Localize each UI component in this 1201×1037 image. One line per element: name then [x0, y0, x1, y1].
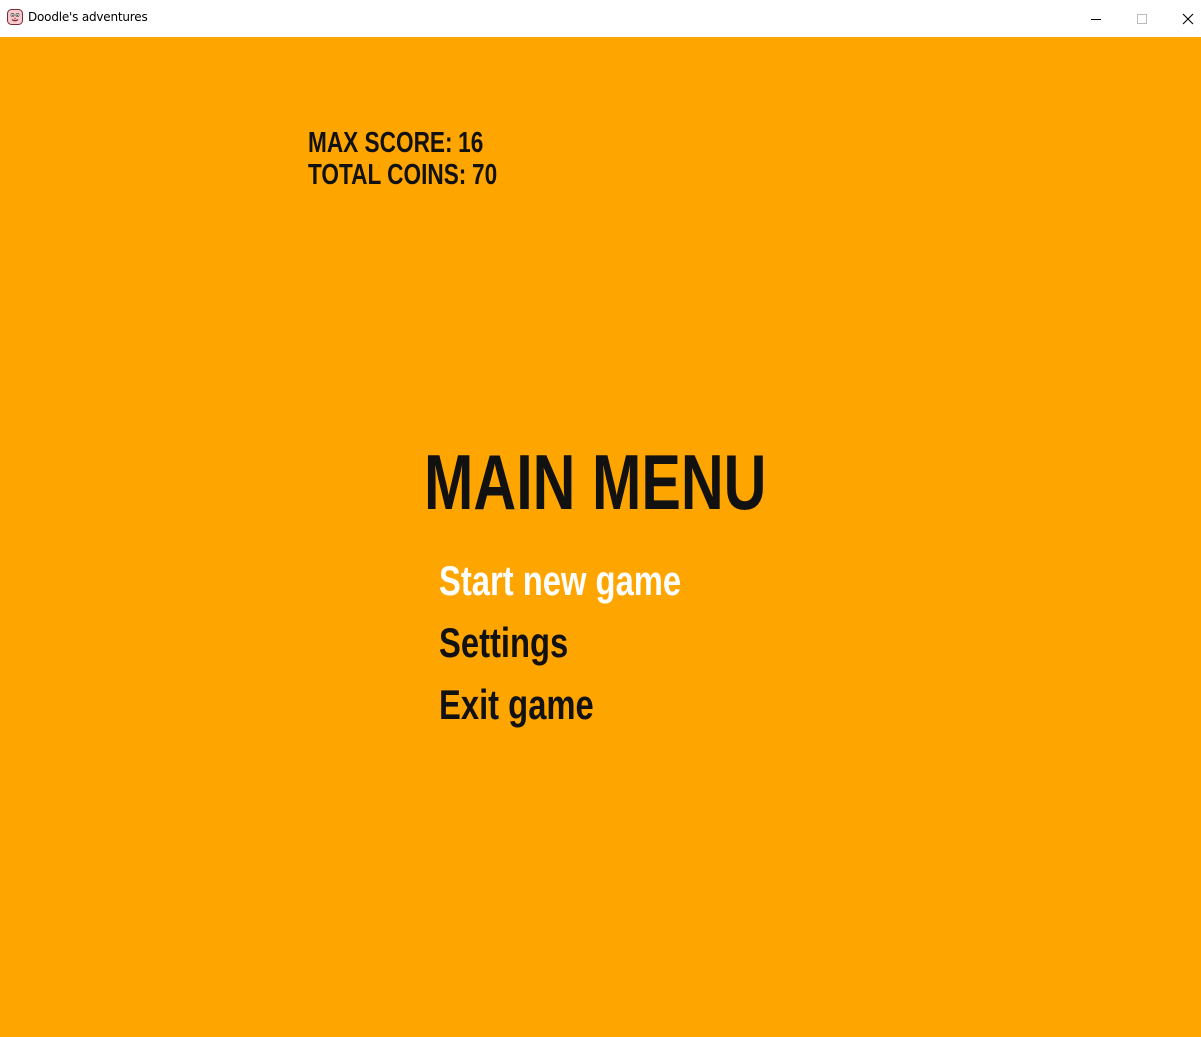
settings-option[interactable]: Settings [439, 619, 568, 667]
maximize-icon [1137, 13, 1147, 24]
max-score-value: 16 [458, 127, 484, 159]
total-coins-label: TOTAL COINS: [308, 159, 467, 191]
game-window: Doodle's adventures MAX SCORE: 16 TOTAL C… [0, 0, 1201, 1037]
max-score-display: MAX SCORE: 16 [308, 127, 483, 159]
window-title: Doodle's adventures [28, 10, 148, 24]
maximize-button[interactable] [1119, 0, 1165, 37]
total-coins-display: TOTAL COINS: 70 [308, 159, 497, 191]
window-titlebar[interactable]: Doodle's adventures [0, 0, 1201, 37]
max-score-label: MAX SCORE: [308, 127, 453, 159]
close-icon [1182, 13, 1194, 24]
minimize-icon [1091, 18, 1101, 20]
exit-game-option[interactable]: Exit game [439, 681, 594, 729]
close-button[interactable] [1165, 0, 1201, 37]
total-coins-value: 70 [471, 159, 498, 191]
minimize-button[interactable] [1073, 0, 1119, 37]
main-menu-title: MAIN MENU [424, 438, 767, 526]
game-canvas[interactable]: MAX SCORE: 16 TOTAL COINS: 70 MAIN MENU St… [0, 37, 1201, 1037]
doodle-face-icon [7, 9, 23, 25]
start-new-game-option[interactable]: Start new game [439, 557, 681, 605]
